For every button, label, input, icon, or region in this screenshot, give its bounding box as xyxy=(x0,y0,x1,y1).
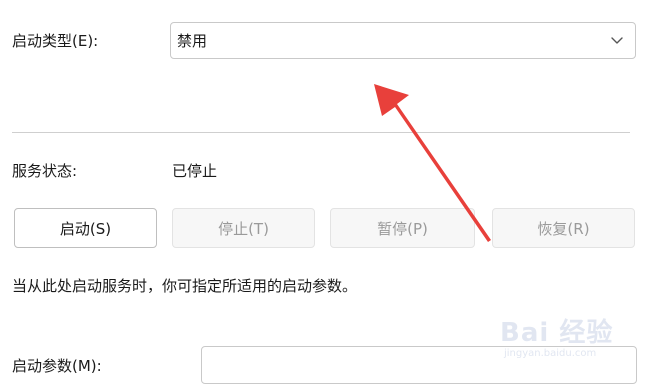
start-params-hint: 当从此处启动服务时，你可指定所适用的启动参数。 xyxy=(12,277,358,295)
chevron-down-icon[interactable] xyxy=(608,31,626,49)
service-status-value: 已停止 xyxy=(172,162,218,180)
watermark-site: jingyan.baidu.com xyxy=(504,348,597,359)
start-button[interactable]: 启动(S) xyxy=(14,208,157,248)
service-status-label: 服务状态: xyxy=(12,162,78,180)
watermark-brand: Bai 经验 xyxy=(500,318,614,348)
startup-type-dropdown[interactable]: 禁用 xyxy=(170,22,636,59)
startup-type-selected-value: 禁用 xyxy=(177,32,208,50)
section-divider xyxy=(12,132,630,133)
stop-button[interactable]: 停止(T) xyxy=(172,208,315,248)
pause-button[interactable]: 暂停(P) xyxy=(330,208,475,248)
startup-type-label: 启动类型(E): xyxy=(12,32,99,50)
resume-button[interactable]: 恢复(R) xyxy=(492,208,635,248)
start-params-label: 启动参数(M): xyxy=(12,357,102,375)
watermark-logo: Bai 经验 jingyan.baidu.com xyxy=(492,308,642,366)
